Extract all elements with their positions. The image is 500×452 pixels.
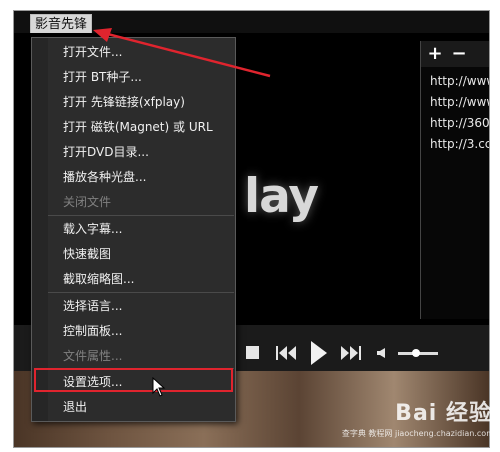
- player-logo-text: lay: [244, 169, 319, 224]
- menu-item-exit[interactable]: 退出: [48, 395, 234, 419]
- menu-item-file-properties: 文件属性...: [63, 349, 123, 363]
- stop-icon[interactable]: [246, 346, 260, 360]
- playlist-panel: + − http://www http://www http://360 htt…: [420, 41, 489, 319]
- menu-item-open-xfplay-link[interactable]: 打开 先锋链接(xfplay): [48, 90, 234, 114]
- title-bar: 影音先锋: [14, 11, 489, 36]
- menu-item-control-panel[interactable]: 控制面板...: [48, 319, 234, 343]
- mouse-cursor-icon: [152, 377, 166, 397]
- menu-item-open-dvd[interactable]: 打开DVD目录...: [48, 140, 234, 164]
- watermark-text: Bai 经验: [395, 401, 492, 426]
- menu-item-open-file[interactable]: 打开文件...: [48, 40, 234, 64]
- menu-item-play-disc[interactable]: 播放各种光盘...: [48, 165, 234, 189]
- menu-item-load-subtitle[interactable]: 载入字幕...: [48, 217, 234, 241]
- menu-gutter: [32, 38, 48, 421]
- volume-slider-handle[interactable]: [412, 349, 421, 357]
- menu-item-close-file: 关闭文件: [63, 195, 112, 209]
- volume-slider[interactable]: [398, 349, 438, 357]
- playlist-list: http://www http://www http://360 http://…: [421, 67, 489, 155]
- previous-icon[interactable]: [276, 346, 298, 360]
- menu-item-capture-thumbnails[interactable]: 截取缩略图...: [48, 267, 234, 291]
- playlist-toolbar: + −: [421, 41, 489, 67]
- playlist-item[interactable]: http://360: [421, 113, 489, 134]
- playlist-item[interactable]: http://www: [421, 92, 489, 113]
- menu-separator: [48, 292, 234, 293]
- play-icon[interactable]: [310, 341, 328, 365]
- playlist-add-button[interactable]: +: [425, 44, 445, 64]
- app-dropdown-menu: 打开文件... 打开 BT种子... 打开 先锋链接(xfplay) 打开 磁铁…: [31, 37, 236, 422]
- menu-item-select-language[interactable]: 选择语言...: [48, 294, 234, 318]
- watermark-subtext: 查字典 教程网 jiaocheng.chazidian.com: [341, 429, 494, 438]
- menu-item-open-magnet-url[interactable]: 打开 磁铁(Magnet) 或 URL: [48, 115, 234, 139]
- volume-icon[interactable]: [377, 348, 387, 358]
- menu-item-quick-screenshot[interactable]: 快速截图: [48, 242, 234, 266]
- playlist-item[interactable]: http://3.cc: [421, 134, 489, 155]
- next-icon[interactable]: [341, 346, 363, 360]
- settings-highlight-box: [34, 368, 233, 392]
- menu-item-open-bt[interactable]: 打开 BT种子...: [48, 65, 234, 89]
- playlist-remove-button[interactable]: −: [449, 44, 469, 64]
- menu-separator: [48, 215, 234, 216]
- playlist-item[interactable]: http://www: [421, 71, 489, 92]
